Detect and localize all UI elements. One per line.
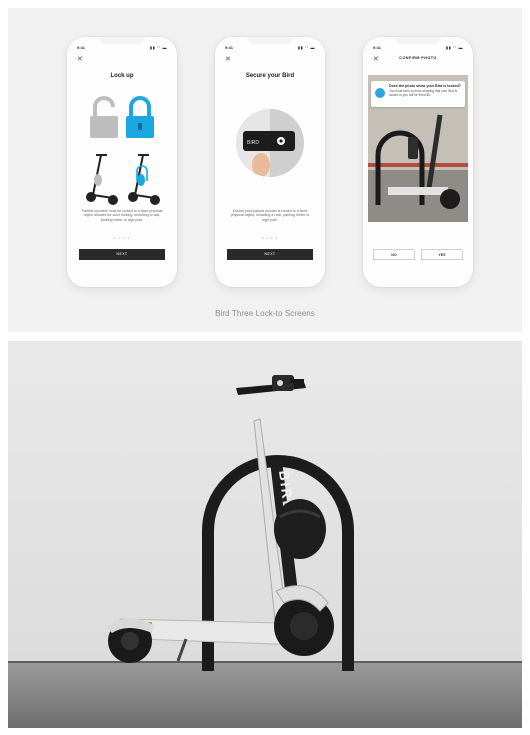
status-time: 9:41 — [77, 45, 86, 50]
lock-alert-icon — [375, 88, 385, 98]
unlocked-padlock-icon — [90, 96, 118, 138]
screen-description: Ensure your parked scooter is locked to … — [230, 209, 310, 222]
locked-padlock-icon — [126, 96, 154, 138]
yes-button[interactable]: YES — [421, 249, 463, 260]
next-button[interactable]: NEXT — [79, 249, 165, 260]
sidewalk-ground — [8, 662, 522, 728]
app-screens-panel: 9:41 ▮▮ ◠ ▬ ✕ Lock up Parked scooters mu… — [8, 8, 522, 332]
figure-caption: Bird Three Lock-to Screens — [215, 309, 315, 318]
alert-body: You must send a photo showing that your … — [389, 88, 458, 97]
scooter-locked-illustration — [128, 154, 160, 205]
page-indicator: • • • • — [262, 235, 278, 240]
status-bar: 9:41 ▮▮ ◠ ▬ — [77, 45, 167, 51]
status-time: 9:41 — [225, 45, 234, 50]
phone-notch — [247, 37, 293, 44]
next-button[interactable]: NEXT — [227, 249, 313, 260]
screen-description: Parked scooters must be locked to a fixe… — [81, 209, 163, 222]
close-icon[interactable]: ✕ — [77, 56, 83, 63]
status-bar: 9:41 ▮▮ ◠ ▬ — [373, 45, 463, 51]
secure-lock-illustration: BIRD — [236, 109, 304, 177]
scooter-unlocked-illustration — [86, 154, 118, 205]
signal-battery-icon: ▮▮ ◠ ▬ — [149, 45, 167, 50]
close-icon[interactable]: ✕ — [225, 56, 231, 63]
alert-title: Does the photo show your Bird is locked? — [389, 84, 461, 88]
helmet — [274, 499, 326, 559]
phone-notch — [395, 37, 441, 44]
scooter-photo: BIRD — [8, 341, 522, 728]
phone-screen-confirm-photo: 9:41 ▮▮ ◠ ▬ ✕ CONFIRM PHOTO Does the pho… — [363, 37, 473, 287]
svg-text:BIRD: BIRD — [247, 140, 259, 146]
screen-title: Secure your Bird — [245, 73, 295, 79]
signal-battery-icon: ▮▮ ◠ ▬ — [445, 45, 463, 50]
confirm-lock-alert: Does the photo show your Bird is locked?… — [371, 81, 465, 107]
screen-header: CONFIRM PHOTO — [399, 56, 437, 60]
no-button[interactable]: NO — [373, 249, 415, 260]
status-bar: 9:41 ▮▮ ◠ ▬ — [225, 45, 315, 51]
phone-screen-secure-bird: 9:41 ▮▮ ◠ ▬ ✕ Secure your Bird BIRD Ensu… — [215, 37, 325, 287]
signal-battery-icon: ▮▮ ◠ ▬ — [297, 45, 315, 50]
phone-notch — [99, 37, 145, 44]
status-time: 9:41 — [373, 45, 382, 50]
phone-screen-lock-up: 9:41 ▮▮ ◠ ▬ ✕ Lock up Parked scooters mu… — [67, 37, 177, 287]
screen-title: Lock up — [110, 73, 134, 79]
page-indicator: • • • • — [114, 235, 130, 240]
